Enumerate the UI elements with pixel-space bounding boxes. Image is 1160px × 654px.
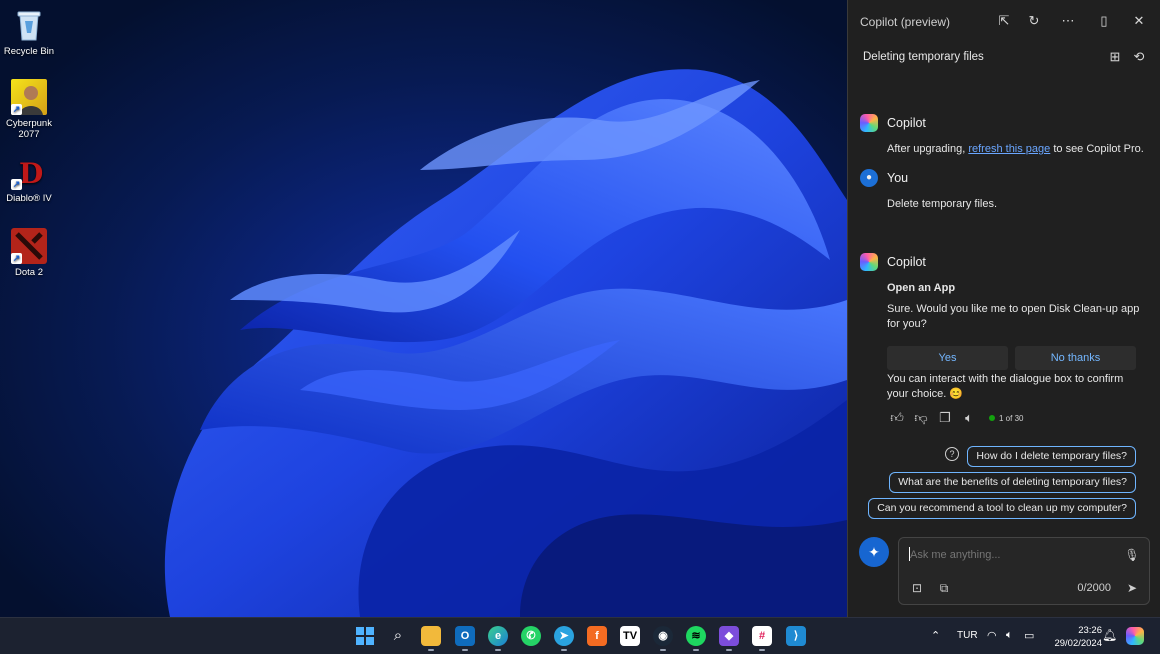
running-indicator (561, 649, 567, 651)
dock-panel-icon[interactable]: ▯ (1095, 12, 1113, 30)
message-speaker: Copilot (860, 114, 926, 132)
message-text: After upgrading, refresh this page to se… (887, 143, 1144, 155)
message-speaker: ● You (860, 169, 908, 187)
suggestion-chip[interactable]: Can you recommend a tool to clean up my … (868, 498, 1136, 519)
desktop: Recycle Bin ↗ Cyberpunk 2077 D ↗ Diablo®… (0, 0, 847, 617)
office-icon[interactable]: f (587, 626, 607, 646)
obsidian-icon[interactable]: ◆ (719, 626, 739, 646)
message-text: Sure. Would you like me to open Disk Cle… (887, 303, 1140, 330)
message-text: Delete temporary files. (887, 198, 998, 210)
running-indicator (759, 649, 765, 651)
running-indicator (726, 649, 732, 651)
edge-icon[interactable]: e (488, 626, 508, 646)
whatsapp-icon[interactable]: ✆ (521, 626, 541, 646)
history-icon[interactable]: ⟲ (1131, 49, 1147, 65)
conversation-title: Deleting temporary files (863, 51, 984, 63)
refresh-icon[interactable]: ↻ (1025, 12, 1043, 30)
clock[interactable]: 23:26 29/02/2024 (1054, 624, 1102, 650)
outlook-icon[interactable]: O (455, 626, 475, 646)
running-indicator (693, 649, 699, 651)
read-aloud-icon[interactable]: 🔈︎ (961, 410, 977, 426)
desktop-icon-dota[interactable]: ↗ Dota 2 (0, 228, 58, 278)
close-icon[interactable]: ✕ (1130, 12, 1148, 30)
desktop-icon-recycle-bin[interactable]: Recycle Bin (0, 7, 58, 57)
plugins-icon[interactable]: ⊞ (1107, 49, 1123, 65)
window-title: Copilot (preview) (860, 15, 951, 29)
image-search-icon[interactable]: ⊡ (909, 580, 925, 596)
chat-input-box: 🎙︎ ⊡ ⧉ 0/2000 ➤ (898, 537, 1150, 605)
telegram-icon[interactable]: ➤ (554, 626, 574, 646)
running-indicator (495, 649, 501, 651)
suggestion-chip[interactable]: How do I delete temporary files? (967, 446, 1136, 467)
vscode-icon[interactable]: ⟩ (786, 626, 806, 646)
copilot-logo-icon (860, 253, 878, 271)
screenshot-icon[interactable]: ⧉ (936, 580, 952, 596)
desktop-icon-diablo[interactable]: D ↗ Diablo® IV (0, 154, 58, 204)
suggestion-chip[interactable]: What are the benefits of deleting tempor… (889, 472, 1136, 493)
microphone-icon[interactable]: 🎙︎ (1124, 547, 1140, 563)
open-external-icon[interactable]: ⇱ (995, 12, 1013, 30)
copilot-taskbar-icon[interactable] (1126, 627, 1144, 645)
suggestion-help-icon: ? (945, 447, 959, 461)
tradingview-icon[interactable]: TV (620, 626, 640, 646)
desktop-icon-label: Diablo® IV (6, 193, 52, 204)
yes-button[interactable]: Yes (887, 346, 1008, 370)
running-indicator (428, 649, 434, 651)
dota-icon: ↗ (11, 228, 47, 264)
thumbs-up-icon[interactable]: 👍︎ (889, 410, 905, 426)
new-topic-button[interactable]: ✦ (859, 537, 889, 567)
running-indicator (660, 649, 666, 651)
message-text: You can interact with the dialogue box t… (887, 373, 1124, 400)
copy-icon[interactable]: ❐ (937, 410, 953, 426)
clock-date: 29/02/2024 (1054, 638, 1102, 649)
recycle-bin-icon (11, 7, 47, 43)
diablo-icon: D ↗ (11, 154, 47, 190)
clock-time: 23:26 (1078, 625, 1102, 636)
user-avatar-icon: ● (860, 169, 878, 187)
message-heading: Open an App (887, 282, 956, 294)
shortcut-arrow-icon: ↗ (11, 179, 22, 190)
desktop-icon-label: Recycle Bin (3, 46, 55, 57)
wifi-icon[interactable]: ◠ (987, 629, 997, 654)
spotify-icon[interactable]: ≋ (686, 626, 706, 646)
taskbar: ⌕ O e ✆ ➤ f TV ◉ ≋ ◆ # ⟩ ⌃ TUR ◠ 🔈︎ ▭ 23… (0, 617, 1160, 654)
steam-icon[interactable]: ◉ (653, 626, 673, 646)
volume-icon[interactable]: 🔈︎ (1006, 629, 1013, 654)
start-icon[interactable] (355, 626, 375, 646)
battery-icon[interactable]: ▭ (1024, 629, 1034, 654)
message-speaker: Copilot (860, 253, 926, 271)
status-dot (989, 415, 995, 421)
input-language[interactable]: TUR (957, 630, 978, 654)
show-hidden-icons-icon[interactable]: ⌃ (931, 629, 940, 654)
refresh-page-link[interactable]: refresh this page (968, 143, 1050, 155)
char-count: 0/2000 (1077, 582, 1111, 594)
cyberpunk-icon: ↗ (11, 79, 47, 115)
file-explorer-icon[interactable] (421, 626, 441, 646)
copilot-logo-icon (860, 114, 878, 132)
turn-counter: 1 of 30 (989, 414, 1023, 423)
desktop-icon-label: Dota 2 (15, 267, 43, 278)
svg-text:D: D (19, 157, 43, 190)
send-icon[interactable]: ➤ (1124, 580, 1140, 596)
slack-icon[interactable]: # (752, 626, 772, 646)
shortcut-arrow-icon: ↗ (11, 253, 22, 264)
notifications-icon[interactable]: 🔔︎ (1102, 628, 1117, 654)
chat-input[interactable] (910, 549, 1110, 561)
desktop-icon-label: Cyberpunk 2077 (6, 118, 52, 140)
running-indicator (462, 649, 468, 651)
copilot-titlebar: Copilot (preview) ⇱ ↻ ⋯ ▯ ✕ (848, 0, 1160, 42)
message-actions: 👍︎ 👎︎ ❐ 🔈︎ 1 of 30 (889, 410, 1023, 426)
copilot-panel: Copilot (preview) ⇱ ↻ ⋯ ▯ ✕ Deleting tem… (847, 0, 1160, 617)
no-thanks-button[interactable]: No thanks (1015, 346, 1136, 370)
bloom-wallpaper (164, 69, 847, 617)
shortcut-arrow-icon: ↗ (11, 104, 22, 115)
more-options-icon[interactable]: ⋯ (1059, 12, 1077, 30)
desktop-icon-cyberpunk[interactable]: ↗ Cyberpunk 2077 (0, 79, 58, 140)
search-icon[interactable]: ⌕ (388, 626, 408, 646)
thumbs-down-icon[interactable]: 👎︎ (913, 410, 929, 426)
